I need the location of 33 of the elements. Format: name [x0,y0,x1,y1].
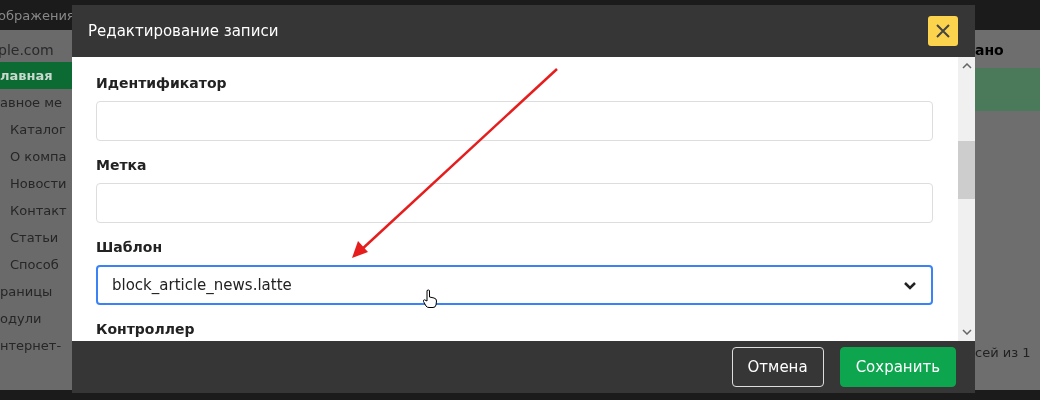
field-label: Шаблон [96,239,164,256]
column-heading: ано [975,41,1005,60]
scroll-up-icon[interactable] [961,63,972,69]
pager-text: сей из 1 [975,345,1032,362]
sidebar-item[interactable]: лавная [0,62,72,89]
field-label: Идентификатор [96,75,228,92]
scrollbar[interactable] [958,57,975,341]
scroll-down-icon[interactable] [961,329,972,335]
sidebar-item[interactable]: нтернет- [0,332,72,359]
close-icon [936,24,950,38]
sidebar-item[interactable]: О компа [0,143,72,170]
sidebar-item[interactable]: авное ме [0,89,72,116]
field-label: Контроллер [96,321,196,338]
close-button[interactable] [928,16,958,46]
chevron-down-icon [903,280,917,290]
save-button[interactable]: Сохранить [839,347,956,387]
sidebar-item[interactable]: Каталог [0,116,72,143]
sidebar-item[interactable]: Способ [0,251,72,278]
site-name: ple.com [0,41,55,60]
sidebar-item[interactable]: раницы [0,278,72,305]
cancel-button[interactable]: Отмена [731,347,824,387]
scrollbar-thumb[interactable] [958,141,975,199]
sidebar-item[interactable]: Статьи [0,224,72,251]
dialog-title: Редактирование записи [88,22,279,40]
sidebar-item[interactable]: одули [0,305,72,332]
field-label: Метка [96,157,148,174]
sidebar-item[interactable]: Новости [0,170,72,197]
sidebar-item[interactable]: Контакт [0,197,72,224]
input-field[interactable] [96,183,933,223]
input-field[interactable] [96,101,933,141]
template-select[interactable]: block_article_news.latte [96,265,933,305]
table-row [975,68,1040,111]
hand-cursor-icon [422,289,438,309]
